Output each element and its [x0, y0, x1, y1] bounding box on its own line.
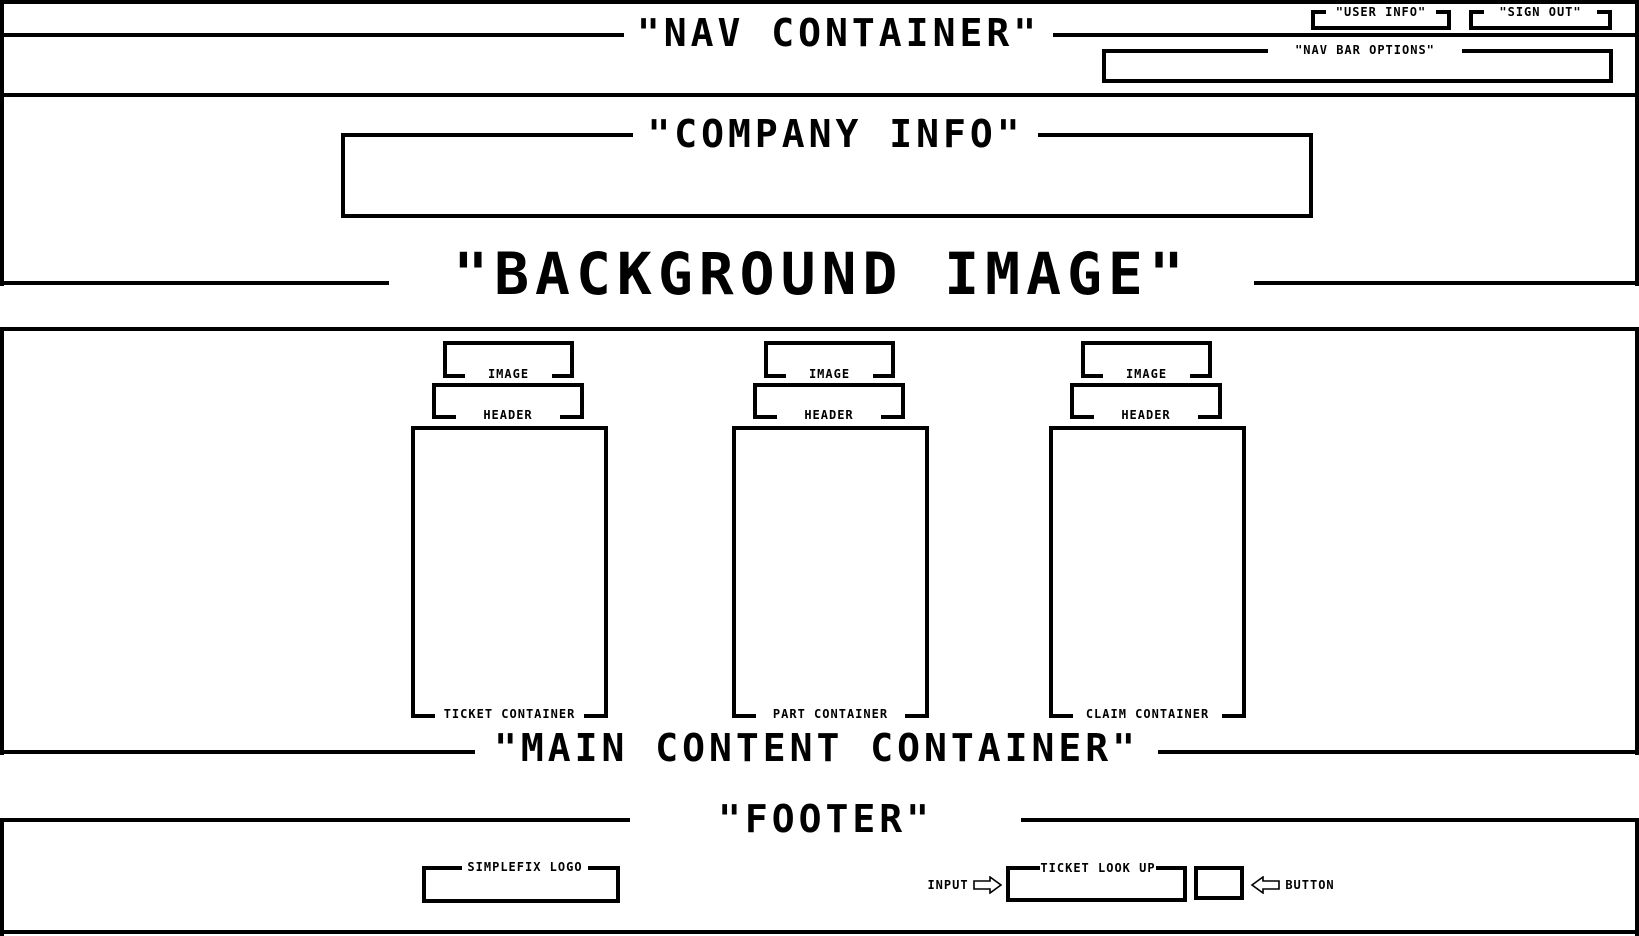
background-bottom-line-left	[0, 281, 389, 285]
main-content-title: "MAIN CONTENT CONTAINER"	[475, 729, 1158, 767]
button-label: BUTTON	[1285, 878, 1335, 892]
user-info-label: "USER INFO"	[1335, 5, 1427, 19]
arrow-right-icon	[973, 876, 1003, 894]
card-image-label: IMAGE	[1125, 367, 1168, 381]
card-image-label: IMAGE	[808, 367, 851, 381]
main-bottom-line-left	[0, 750, 475, 754]
card-header-label: HEADER	[1121, 408, 1171, 422]
arrow-left-icon	[1250, 876, 1280, 894]
company-info-title: "COMPANY INFO"	[633, 115, 1038, 153]
simplefix-logo-label: SIMPLEFIX LOGO	[462, 861, 588, 873]
input-label: INPUT	[927, 878, 969, 892]
footer-top-line-right	[1021, 818, 1639, 822]
main-bottom-line-right	[1158, 750, 1639, 754]
nav-divider-right	[1053, 33, 1639, 37]
sign-out-label: "SIGN OUT"	[1499, 5, 1582, 19]
ticket-lookup-label: TICKET LOOK UP	[1040, 861, 1156, 875]
card-header-label: HEADER	[804, 408, 854, 422]
card-image-label: IMAGE	[487, 367, 530, 381]
ticket-container-label: TICKET CONTAINER	[443, 707, 576, 721]
ticket-lookup-button[interactable]	[1194, 866, 1244, 900]
claim-container-label: CLAIM CONTAINER	[1085, 707, 1210, 721]
footer-title: "FOOTER"	[630, 800, 1021, 838]
nav-bar-options-label: "NAV BAR OPTIONS"	[1268, 44, 1462, 56]
nav-container-title: "NAV CONTAINER"	[624, 14, 1053, 52]
background-image-title: "BACKGROUND IMAGE"	[389, 245, 1254, 303]
card-header-label: HEADER	[483, 408, 533, 422]
background-bottom-line-right	[1254, 281, 1639, 285]
part-container-label: PART CONTAINER	[772, 707, 889, 721]
footer-top-line-left	[0, 818, 630, 822]
nav-divider	[0, 33, 624, 37]
